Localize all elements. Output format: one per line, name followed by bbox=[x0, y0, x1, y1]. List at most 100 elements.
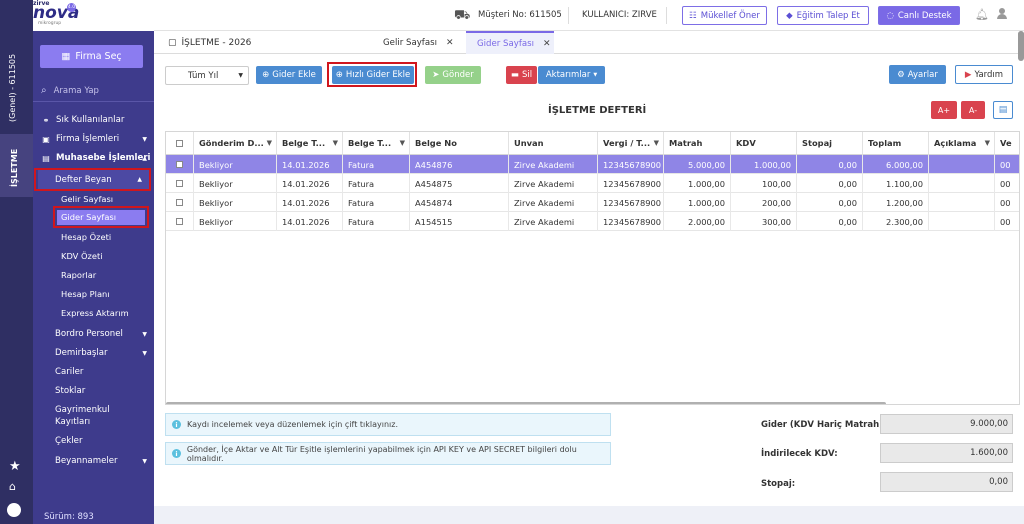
column-header-label: Ve bbox=[1000, 138, 1012, 148]
bell-icon[interactable]: 🔔︎ bbox=[975, 8, 989, 21]
column-header[interactable]: Vergi / T... ▼ bbox=[598, 132, 664, 155]
building-icon: ▦ bbox=[61, 51, 71, 62]
tab-label: Gelir Sayfası bbox=[383, 37, 437, 48]
close-icon[interactable]: ✕ bbox=[446, 38, 454, 48]
mukellef-oner-label: Mükellef Öner bbox=[700, 10, 760, 21]
logo-subtitle: mikrogrup bbox=[38, 21, 62, 26]
table-cell: 14.01.2026 bbox=[277, 193, 343, 212]
gider-ekle-button[interactable]: ⊕ Gider Ekle bbox=[256, 66, 322, 84]
sidebar-sub-kdv-ozeti[interactable]: KDV Özeti bbox=[61, 251, 103, 261]
table-cell: 14.01.2026 bbox=[277, 174, 343, 193]
gonder-button[interactable]: ➤ Gönder bbox=[425, 66, 481, 84]
firma-sec-button[interactable]: ▦ Firma Seç bbox=[40, 45, 143, 68]
cookie-icon[interactable] bbox=[7, 503, 21, 517]
column-header-label: Toplam bbox=[868, 138, 902, 148]
tab-gider[interactable]: Gider Sayfası ✕ bbox=[466, 31, 554, 54]
mukellef-oner-button[interactable]: ☷ Mükellef Öner bbox=[682, 6, 767, 25]
sidebar-item-gayrimenkul[interactable]: Gayrimenkul Kayıtları bbox=[55, 404, 115, 428]
column-header[interactable]: Gönderim D... ▼ bbox=[194, 132, 277, 155]
column-header[interactable]: KDV bbox=[731, 132, 797, 155]
stopaj-label: Stopaj: bbox=[761, 479, 796, 489]
tab-gelir[interactable]: Gelir Sayfası ✕ bbox=[372, 31, 460, 54]
sidebar-search[interactable]: ⌕ Arama Yap bbox=[33, 80, 154, 102]
table-row[interactable]: Bekliyor 14.01.2026 Fatura A454874 Zirve Aka… bbox=[166, 193, 1019, 212]
column-header[interactable]: Stopaj bbox=[797, 132, 863, 155]
table-cell: 5.000,00 bbox=[664, 155, 731, 174]
canli-destek-button[interactable]: ◌ Canlı Destek bbox=[878, 6, 960, 25]
filter-icon[interactable]: ▼ bbox=[400, 139, 405, 147]
column-header[interactable]: Matrah bbox=[664, 132, 731, 155]
filter-icon[interactable]: ▼ bbox=[333, 139, 338, 147]
info-icon: i bbox=[172, 420, 181, 429]
sidebar-sub-express[interactable]: Express Aktarım bbox=[61, 308, 129, 318]
vertical-rail: (Genel) - 611505 İŞLETME ★ ⌂ bbox=[0, 0, 33, 524]
module-tab-isletme[interactable]: İŞLETME bbox=[0, 134, 33, 197]
row-checkbox[interactable] bbox=[176, 218, 183, 225]
font-increase-button[interactable]: A+ bbox=[931, 101, 957, 119]
row-checkbox[interactable] bbox=[176, 161, 183, 168]
sidebar-sub-hesap-plani[interactable]: Hesap Planı bbox=[61, 289, 110, 299]
table-cell: Fatura bbox=[343, 193, 410, 212]
sidebar-sub-raporlar[interactable]: Raporlar bbox=[61, 270, 96, 280]
sidebar-sub-gelir[interactable]: Gelir Sayfası bbox=[61, 194, 113, 204]
book-icon: ▤ bbox=[42, 153, 50, 163]
table-cell: 2.300,00 bbox=[863, 212, 929, 231]
row-checkbox-cell[interactable] bbox=[166, 193, 194, 212]
close-icon[interactable]: ✕ bbox=[543, 39, 551, 49]
column-header[interactable]: Ve bbox=[995, 132, 1019, 155]
sidebar-item-firma[interactable]: ▣ Firma İşlemleri ▼ bbox=[33, 130, 154, 148]
highlight-gider-sayfasi bbox=[53, 206, 149, 228]
briefcase-icon: ▣ bbox=[42, 134, 50, 144]
document-icon: ▢ bbox=[168, 37, 177, 48]
row-checkbox-cell[interactable] bbox=[166, 174, 194, 193]
star-icon[interactable]: ★ bbox=[9, 459, 21, 474]
user-icon[interactable] bbox=[997, 8, 1007, 20]
table-row[interactable]: Bekliyor 14.01.2026 Fatura A454875 Zirve Aka… bbox=[166, 174, 1019, 193]
sidebar-item-cariler[interactable]: Cariler bbox=[33, 363, 154, 381]
year-select[interactable]: Tüm Yıl ▼ bbox=[165, 66, 249, 85]
select-all-checkbox[interactable] bbox=[176, 139, 183, 147]
filter-icon[interactable]: ▼ bbox=[654, 139, 659, 147]
sidebar-item-bordro[interactable]: Bordro Personel ▼ bbox=[33, 325, 154, 343]
ayarlar-button[interactable]: ⚙ Ayarlar bbox=[889, 65, 946, 84]
sidebar-sub-hesap-ozeti[interactable]: Hesap Özeti bbox=[61, 232, 111, 242]
table-row[interactable]: Bekliyor 14.01.2026 Fatura A454876 Zirve Aka… bbox=[166, 155, 1019, 174]
column-header[interactable]: Belge No bbox=[410, 132, 509, 155]
yardim-button[interactable]: ▶ Yardım bbox=[955, 65, 1013, 84]
sidebar-item-muhasebe[interactable]: ▤ Muhasebe İşlemleri ▲ bbox=[33, 149, 154, 167]
row-checkbox[interactable] bbox=[176, 180, 183, 187]
column-header[interactable]: Toplam bbox=[863, 132, 929, 155]
bank-icon[interactable]: ⌂ bbox=[9, 480, 16, 493]
column-header[interactable]: Unvan bbox=[509, 132, 598, 155]
sidebar-item-beyannameler[interactable]: Beyannameler ▼ bbox=[33, 452, 154, 470]
sidebar-item-cekler[interactable]: Çekler bbox=[33, 432, 154, 450]
row-checkbox-cell[interactable] bbox=[166, 155, 194, 174]
table-cell: Zirve Akademi bbox=[509, 193, 598, 212]
sidebar-item-stoklar[interactable]: Stoklar bbox=[33, 382, 154, 400]
ayarlar-label: Ayarlar bbox=[907, 69, 938, 80]
page-scrollbar[interactable] bbox=[1018, 31, 1024, 61]
sidebar: ▦ Firma Seç ⌕ Arama Yap ⚭ Sık Kullanılanl… bbox=[33, 31, 154, 524]
table-row[interactable]: Bekliyor 14.01.2026 Fatura A154515 Zirve Aka… bbox=[166, 212, 1019, 231]
font-decrease-button[interactable]: A- bbox=[961, 101, 985, 119]
column-header[interactable]: Belge T... ▼ bbox=[277, 132, 343, 155]
column-header[interactable]: Belge T... ▼ bbox=[343, 132, 410, 155]
row-checkbox[interactable] bbox=[176, 199, 183, 206]
row-checkbox-cell[interactable] bbox=[166, 212, 194, 231]
info-icon: i bbox=[172, 449, 181, 458]
sidebar-item-demirbaslar[interactable]: Demirbaşlar ▼ bbox=[33, 344, 154, 362]
export-icon[interactable]: ▤ bbox=[993, 101, 1013, 119]
table-cell: 12345678900 bbox=[598, 174, 664, 193]
grid-scrollbar[interactable] bbox=[166, 402, 886, 404]
filter-icon[interactable]: ▼ bbox=[267, 139, 272, 147]
select-all-header[interactable] bbox=[166, 132, 194, 155]
aktarimlar-dropdown[interactable]: Aktarımlar ▼ bbox=[538, 66, 605, 84]
egitim-talep-button[interactable]: ◆ Eğitim Talep Et bbox=[777, 6, 869, 25]
gider-ekle-label: Gider Ekle bbox=[272, 70, 316, 80]
sidebar-item-favorites[interactable]: ⚭ Sık Kullanılanlar bbox=[33, 111, 154, 129]
column-header[interactable]: Açıklama ▼ bbox=[929, 132, 995, 155]
filter-icon[interactable]: ▼ bbox=[985, 139, 990, 147]
column-header-label: Matrah bbox=[669, 138, 703, 148]
table-cell: A454874 bbox=[410, 193, 509, 212]
sil-button[interactable]: ▬ Sil bbox=[506, 66, 537, 84]
